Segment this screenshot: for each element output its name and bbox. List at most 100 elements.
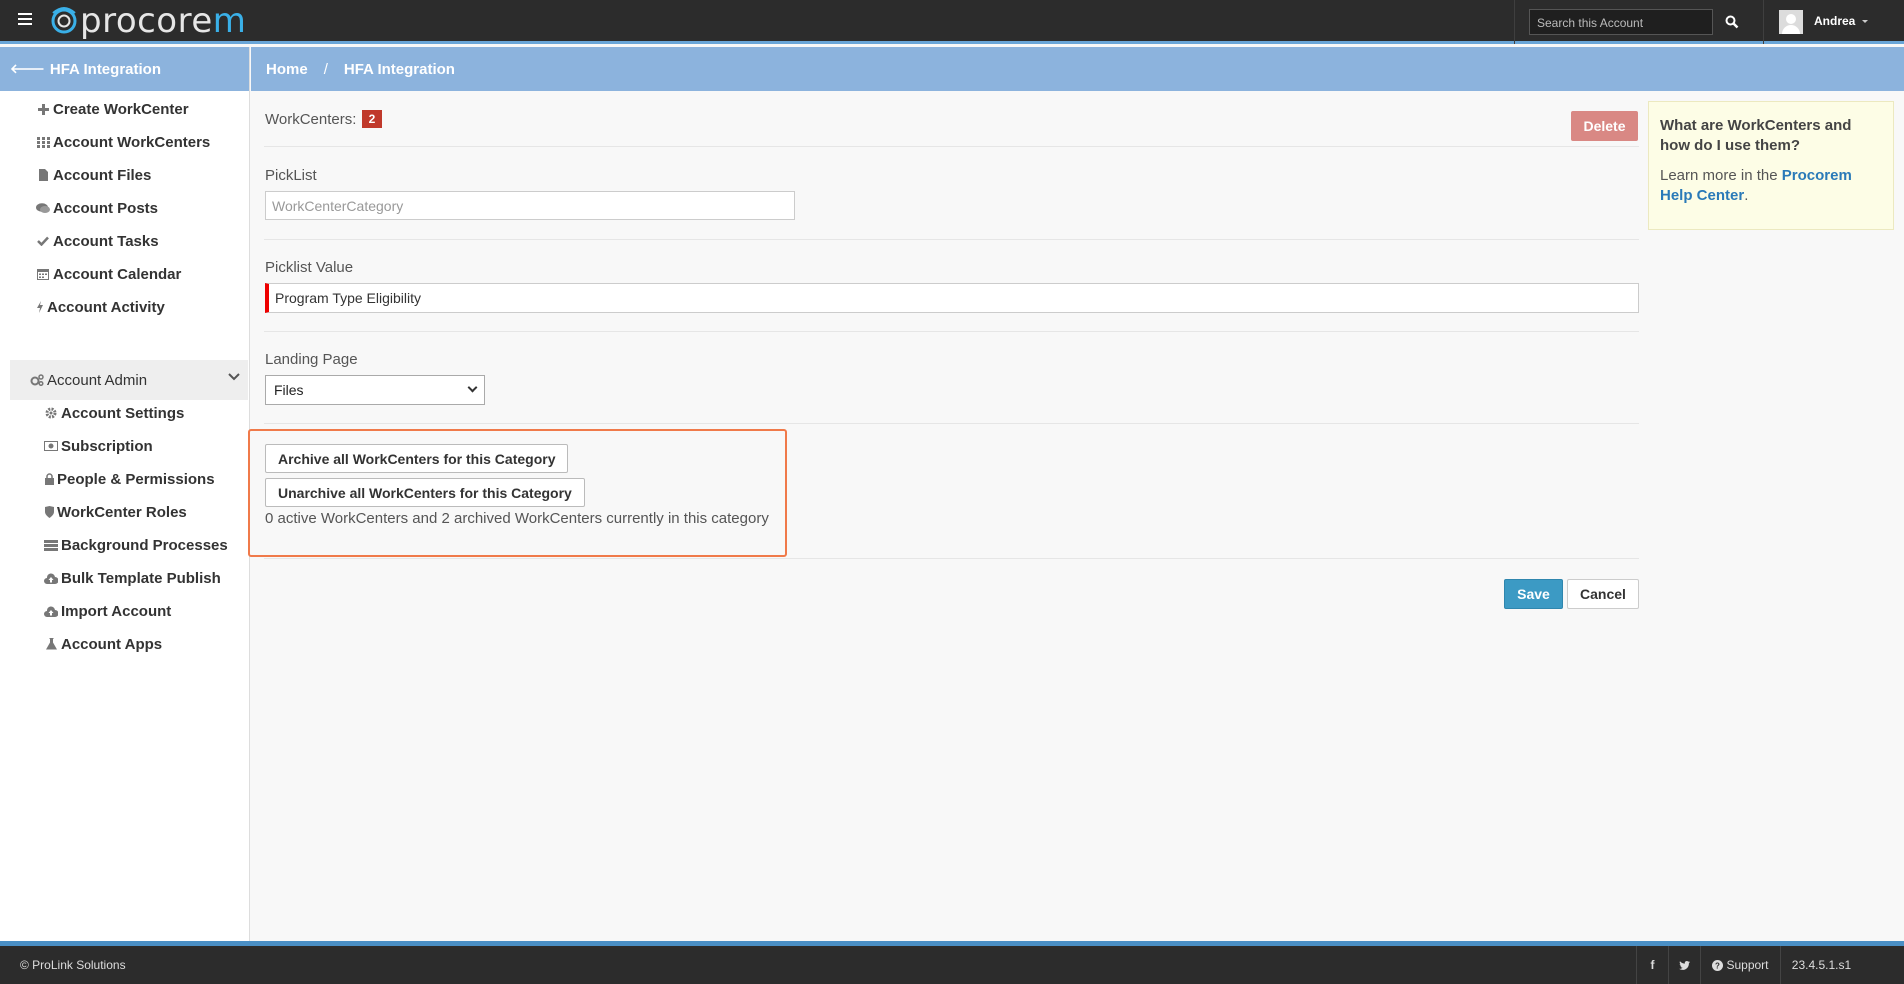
breadcrumb: Home / HFA Integration: [251, 47, 1904, 91]
shield-icon: [44, 505, 54, 519]
account-search-input[interactable]: Search this Account: [1529, 9, 1713, 35]
sidebar-item-account-files[interactable]: Account Files: [36, 163, 151, 187]
version-text: 23.4.5.1.s1: [1791, 958, 1852, 972]
cloud-upload-icon: [44, 604, 58, 618]
help-text-suffix: .: [1744, 187, 1749, 204]
facebook-icon: f: [1650, 958, 1655, 972]
username-label[interactable]: Andrea: [1814, 14, 1855, 28]
navbar-divider: [1514, 0, 1515, 44]
sidebar-item-workcenter-roles[interactable]: WorkCenter Roles: [44, 500, 187, 524]
top-navbar: procorem Search this Account Andrea: [0, 0, 1904, 44]
file-icon: [36, 168, 50, 182]
sidebar-item-label: Import Account: [61, 602, 172, 620]
help-panel: What are WorkCenters and how do I use th…: [1648, 101, 1894, 230]
user-menu-caret-icon[interactable]: [1862, 20, 1868, 23]
sidebar-item-background-processes[interactable]: Background Processes: [44, 533, 228, 557]
divider: [264, 558, 1639, 559]
sidebar-item-account-activity[interactable]: Account Activity: [36, 295, 165, 319]
archive-all-workcenters-button[interactable]: Archive all WorkCenters for this Categor…: [265, 444, 569, 473]
support-label: Support: [1726, 958, 1769, 972]
money-icon: [44, 439, 58, 453]
sidebar-item-label: Account Tasks: [53, 232, 159, 250]
bolt-icon: [36, 300, 44, 314]
sidebar-item-label: Account Calendar: [53, 265, 182, 283]
sidebar-item-create-workcenter[interactable]: Create WorkCenter: [36, 97, 189, 121]
divider: [264, 423, 1639, 424]
grid-icon: [36, 135, 50, 149]
procorem-logo[interactable]: procorem: [48, 4, 246, 38]
sidebar-item-label: Background Processes: [61, 536, 228, 554]
sidebar-item-label: Account WorkCenters: [53, 133, 211, 151]
search-button[interactable]: [1716, 9, 1748, 35]
sidebar-item-label: Account Posts: [53, 199, 159, 217]
sidebar-item-account-apps[interactable]: Account Apps: [44, 632, 162, 656]
unarchive-all-workcenters-button[interactable]: Unarchive all WorkCenters for this Categ…: [265, 478, 585, 507]
sidebar-item-import-account[interactable]: Import Account: [44, 599, 171, 623]
cancel-button[interactable]: Cancel: [1567, 579, 1639, 609]
sidebar-item-label: Create WorkCenter: [53, 100, 189, 118]
sidebar-item-label: WorkCenter Roles: [57, 503, 187, 521]
footer: © ProLink Solutions f ? Support 23.4.5.1…: [0, 941, 1904, 984]
divider: [264, 331, 1639, 332]
breadcrumb-current[interactable]: HFA Integration: [344, 61, 455, 78]
workcenters-count-label: WorkCenters:: [265, 111, 357, 128]
sidebar-section-label: Account Admin: [47, 371, 148, 389]
picklist-value-input[interactable]: Program Type Eligibility: [265, 283, 1639, 313]
landing-page-label: Landing Page: [265, 351, 358, 368]
workcenters-count-badge: 2: [362, 110, 382, 128]
landing-page-selected-value: Files: [274, 382, 304, 398]
sidebar-back-link[interactable]: 🡐 HFA Integration: [0, 47, 249, 91]
logo-wordmark: procorem: [80, 1, 247, 41]
facebook-link[interactable]: f: [1636, 946, 1668, 984]
picklist-value-label: Picklist Value: [265, 259, 354, 276]
arrow-left-icon: 🡐: [10, 61, 45, 76]
gear-icon: [44, 406, 58, 420]
comments-icon: [36, 201, 50, 215]
sidebar-back-label: HFA Integration: [49, 60, 161, 78]
search-icon: [1725, 15, 1739, 29]
cloud-upload-icon: [44, 571, 58, 585]
sidebar-item-bulk-template-publish[interactable]: Bulk Template Publish: [44, 566, 221, 590]
hamburger-menu-icon[interactable]: [18, 13, 32, 27]
help-heading: What are WorkCenters and how do I use th…: [1660, 117, 1852, 154]
save-button[interactable]: Save: [1504, 579, 1563, 609]
sidebar: 🡐 HFA Integration Create WorkCenter Acco…: [0, 47, 250, 941]
sidebar-item-label: Account Apps: [61, 635, 163, 653]
flask-icon: [44, 637, 58, 651]
sidebar-item-people-permissions[interactable]: People & Permissions: [44, 467, 215, 491]
help-text: Learn more in the Procorem Help Center.: [1660, 166, 1882, 206]
question-circle-icon: ?: [1712, 959, 1724, 971]
gears-icon: [30, 373, 44, 387]
picklist-field[interactable]: WorkCenterCategory: [265, 191, 795, 220]
twitter-link[interactable]: [1668, 946, 1700, 984]
breadcrumb-home-link[interactable]: Home: [266, 61, 308, 78]
sidebar-item-label: Bulk Template Publish: [61, 569, 221, 587]
sidebar-item-label: People & Permissions: [57, 470, 215, 488]
sidebar-item-account-tasks[interactable]: Account Tasks: [36, 229, 159, 253]
footer-copyright: © ProLink Solutions: [20, 958, 126, 972]
sidebar-section-account-admin[interactable]: Account Admin: [10, 360, 248, 400]
support-link[interactable]: ? Support: [1700, 946, 1780, 984]
chevron-down-icon: [467, 382, 478, 393]
divider: [264, 146, 1639, 147]
divider: [264, 239, 1639, 240]
user-avatar[interactable]: [1779, 10, 1803, 34]
sidebar-item-account-calendar[interactable]: Account Calendar: [36, 262, 181, 286]
tasks-icon: [44, 538, 58, 552]
help-text-prefix: Learn more in the: [1660, 167, 1782, 184]
navbar-divider: [1763, 0, 1764, 44]
landing-page-select[interactable]: Files: [265, 375, 485, 405]
chevron-down-icon: [228, 373, 240, 381]
sidebar-item-label: Account Settings: [61, 404, 185, 422]
svg-text:?: ?: [1716, 961, 1721, 970]
picklist-label: PickList: [265, 167, 317, 184]
delete-button[interactable]: Delete: [1571, 111, 1638, 141]
lock-icon: [44, 472, 54, 486]
plus-icon: [36, 102, 50, 116]
sidebar-item-account-settings[interactable]: Account Settings: [44, 401, 184, 425]
sidebar-item-account-workcenters[interactable]: Account WorkCenters: [36, 130, 210, 154]
sidebar-item-account-posts[interactable]: Account Posts: [36, 196, 158, 220]
archive-status-text: 0 active WorkCenters and 2 archived Work…: [265, 510, 769, 527]
sidebar-item-label: Account Activity: [47, 298, 165, 316]
sidebar-item-subscription[interactable]: Subscription: [44, 434, 153, 458]
